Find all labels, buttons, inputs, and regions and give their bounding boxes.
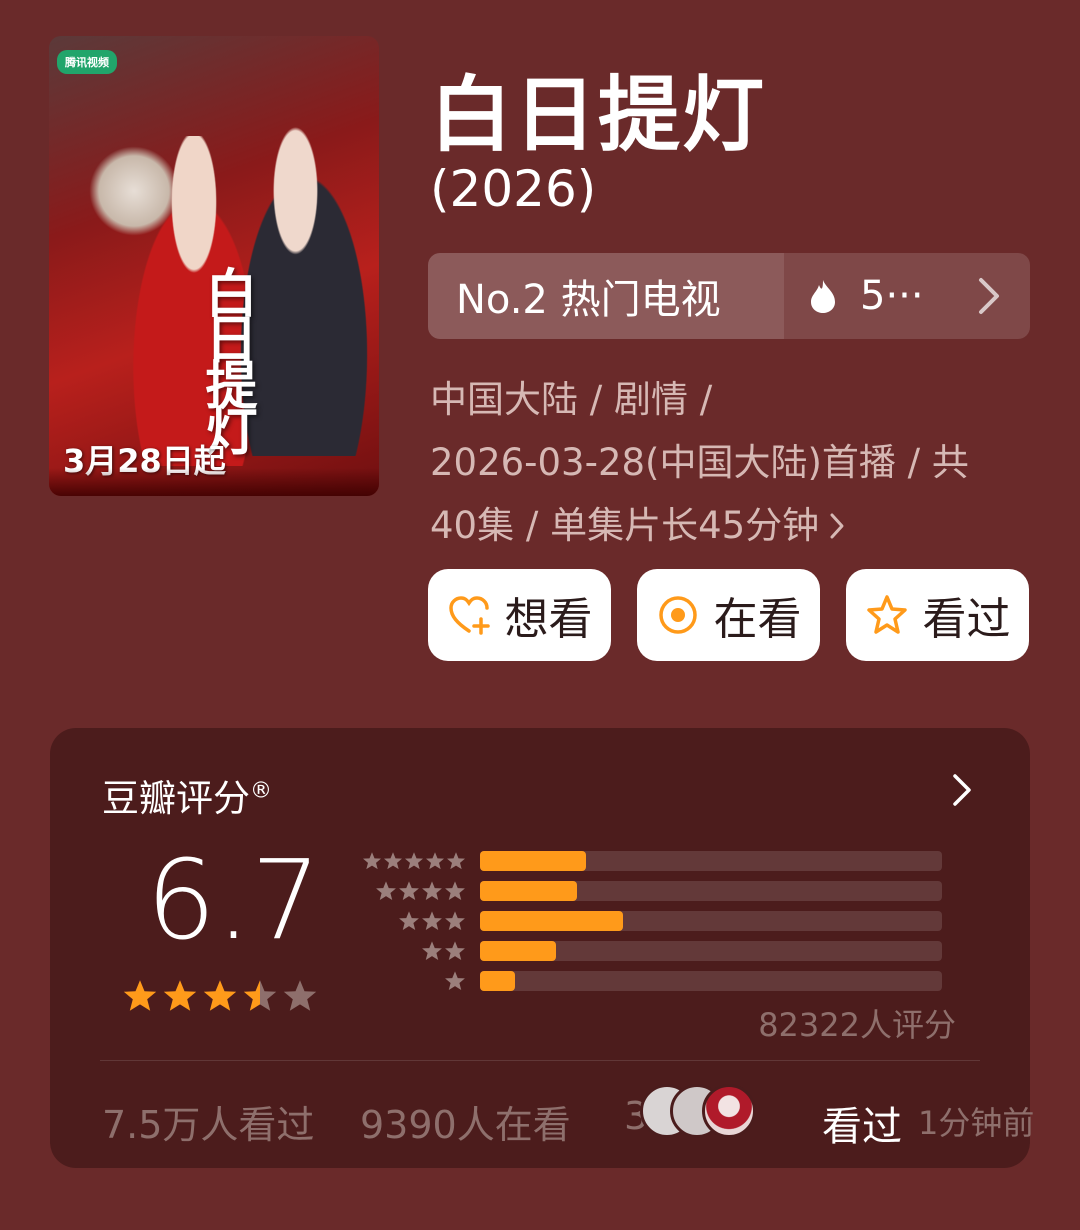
- distribution-row: [362, 936, 942, 966]
- distribution-bar: [480, 971, 515, 991]
- distribution-track: [480, 911, 942, 931]
- rating-star-icon: [243, 980, 277, 1011]
- distribution-track: [480, 881, 942, 901]
- rating-title: 豆瓣评分®: [102, 768, 272, 822]
- small-star-icon: [445, 911, 465, 930]
- small-star-icon: [447, 852, 465, 870]
- rating-card[interactable]: 豆瓣评分® 6.7 82322人评分 7.5万人看过 9390人在看 3 看过 …: [50, 728, 1034, 1168]
- rating-title-text: 豆瓣评分: [102, 777, 250, 820]
- watching-button[interactable]: 在看: [637, 569, 820, 661]
- rank-label: No.2 热门电视: [428, 253, 784, 339]
- small-star-icon: [422, 881, 442, 900]
- small-star-icon: [445, 971, 465, 990]
- small-star-icon: [445, 941, 465, 960]
- meta-line-text: 40集 / 单集片长45分钟: [430, 504, 820, 547]
- chevron-right-icon: [953, 774, 971, 806]
- distribution-stars: [362, 910, 480, 932]
- distribution-track: [480, 971, 942, 991]
- activity-time: 1分钟前: [918, 1104, 1035, 1142]
- meta-line: 40集 / 单集片长45分钟: [430, 494, 1030, 557]
- registered-mark: ®: [250, 778, 272, 804]
- small-star-icon: [363, 852, 381, 870]
- page-title: 白日提灯: [430, 68, 767, 163]
- distribution-stars: [362, 970, 480, 992]
- avatar: [702, 1084, 756, 1138]
- distribution-row: [362, 846, 942, 876]
- rank-chip[interactable]: No.2 热门电视 5···: [428, 253, 1030, 339]
- poster-calligraphy: 白日提灯: [196, 266, 257, 450]
- distribution-track: [480, 941, 942, 961]
- meta-info[interactable]: 中国大陆 / 剧情 / 2026-03-28(中国大陆)首播 / 共 40集 /…: [430, 368, 1030, 557]
- small-star-icon: [405, 852, 423, 870]
- distribution-bar: [480, 941, 557, 961]
- divider: [100, 1060, 980, 1061]
- rating-star-icon: [123, 980, 157, 1011]
- release-year: (2026): [430, 160, 597, 218]
- want-label: 想看: [504, 594, 593, 645]
- rating-score: 6.7: [146, 836, 321, 964]
- small-star-icon: [445, 881, 465, 900]
- rating-star-icon: [163, 980, 197, 1011]
- distribution-stars: [362, 940, 480, 962]
- distribution-stars: [362, 880, 480, 902]
- meta-line: 2026-03-28(中国大陆)首播 / 共: [430, 441, 969, 484]
- flame-icon: [811, 280, 835, 313]
- watching-count[interactable]: 9390人在看: [360, 1094, 571, 1149]
- small-star-icon: [376, 881, 396, 900]
- chevron-right-icon: [830, 513, 844, 539]
- distribution-bar: [480, 851, 587, 871]
- rating-star-icon: [283, 980, 317, 1011]
- small-star-icon: [399, 881, 419, 900]
- distribution-bar: [480, 911, 624, 931]
- distribution-track: [480, 851, 942, 871]
- watched-label: 看过: [922, 594, 1011, 645]
- watched-button[interactable]: 看过: [846, 569, 1029, 661]
- rating-stars: [122, 978, 318, 1014]
- distribution-row: [362, 876, 942, 906]
- star-outline-icon: [866, 595, 907, 634]
- target-icon: [658, 596, 697, 634]
- rating-star-icon: [203, 980, 237, 1011]
- poster-image[interactable]: 腾讯视频 白日提灯 3月28日起: [49, 36, 379, 496]
- distribution-row: [362, 966, 942, 996]
- poster-logo: 腾讯视频: [57, 50, 117, 74]
- meta-line: 中国大陆 / 剧情 /: [430, 378, 713, 421]
- distribution-stars: [362, 850, 480, 872]
- distribution-row: [362, 906, 942, 936]
- small-star-icon: [426, 852, 444, 870]
- poster-footer: [49, 468, 379, 496]
- watched-count[interactable]: 7.5万人看过: [102, 1094, 314, 1149]
- distribution-bar: [480, 881, 578, 901]
- heart-plus-icon: [448, 596, 490, 635]
- small-star-icon: [422, 911, 442, 930]
- small-star-icon: [384, 852, 402, 870]
- want-button[interactable]: 想看: [428, 569, 611, 661]
- small-star-icon: [422, 941, 442, 960]
- friend-avatars[interactable]: [640, 1084, 760, 1138]
- rating-count: 82322人评分: [758, 1006, 956, 1044]
- chevron-right-icon: [979, 278, 999, 314]
- small-star-icon: [399, 911, 419, 930]
- watching-label: 在看: [713, 594, 802, 645]
- rating-distribution: [362, 846, 942, 996]
- activity-action: 看过: [822, 1104, 902, 1150]
- heat-value: 5···: [860, 273, 924, 319]
